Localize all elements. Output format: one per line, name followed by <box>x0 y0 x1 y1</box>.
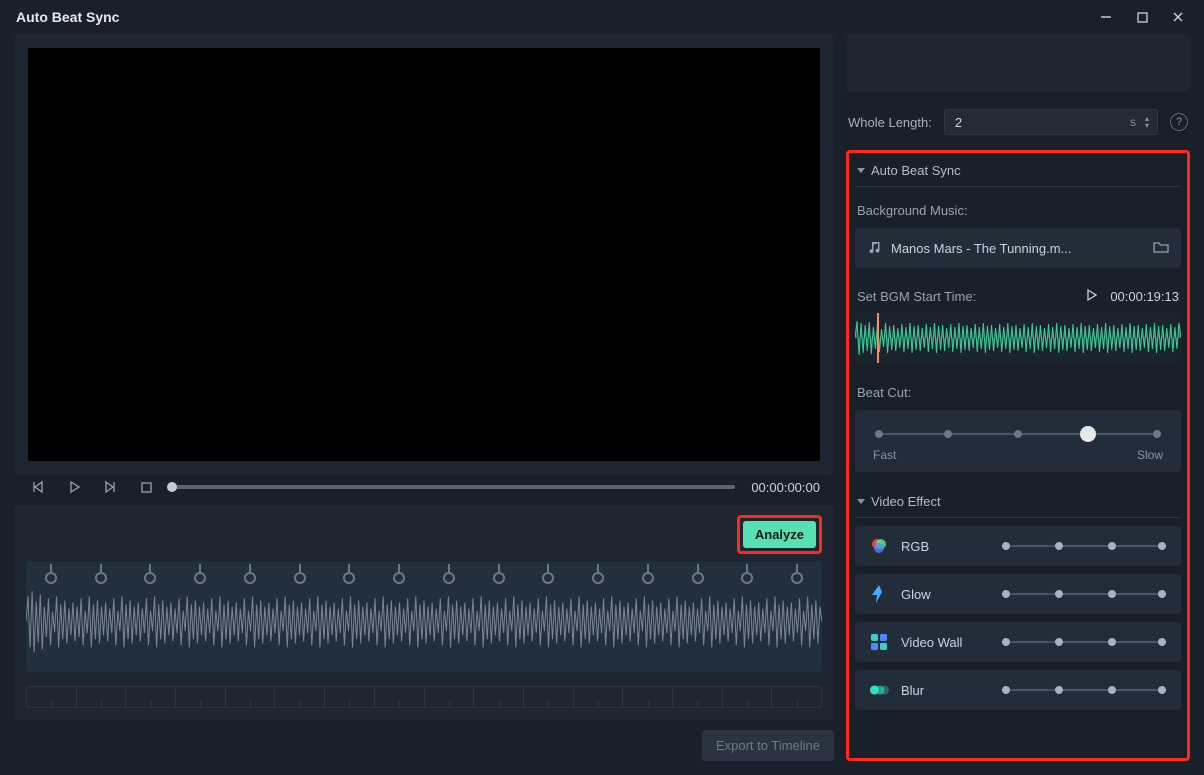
whole-length-row: Whole Length: s ▴ ▾ ? <box>846 102 1190 142</box>
effect-row-blur[interactable]: Blur <box>855 670 1181 710</box>
bgm-start-label: Set BGM Start Time: <box>857 289 976 304</box>
beat-markers <box>26 564 822 574</box>
bgm-play-button[interactable] <box>1084 288 1098 305</box>
right-pane: Whole Length: s ▴ ▾ ? Auto Beat Sync <box>846 34 1190 761</box>
timecode: 00:00:00:00 <box>751 480 820 495</box>
effect-row-rgb[interactable]: RGB <box>855 526 1181 566</box>
caret-down-icon <box>857 499 865 504</box>
close-icon <box>1172 11 1184 23</box>
maximize-icon <box>1137 12 1148 23</box>
blur-icon <box>869 680 889 700</box>
beat-slow-label: Slow <box>1137 448 1163 462</box>
rgb-icon <box>869 536 889 556</box>
play-icon <box>67 480 81 494</box>
whole-length-input-wrap: s ▴ ▾ <box>944 109 1158 135</box>
effect-name: Glow <box>901 587 989 602</box>
play-button[interactable] <box>64 477 84 497</box>
preview-panel <box>14 34 834 475</box>
next-frame-button[interactable] <box>100 477 120 497</box>
export-row: Export to Timeline <box>14 720 834 761</box>
effect-slider[interactable] <box>1001 635 1167 649</box>
effect-name: Video Wall <box>901 635 989 650</box>
video-wall-icon <box>869 632 889 652</box>
bgm-waveform-shape <box>855 313 1181 363</box>
clip-waveform-lines <box>26 576 822 668</box>
bgm-waveform[interactable] <box>855 313 1181 363</box>
effect-slider[interactable] <box>1001 587 1167 601</box>
effect-name: RGB <box>901 539 989 554</box>
video-effect-header[interactable]: Video Effect <box>855 488 1181 518</box>
right-top-placeholder <box>846 34 1190 92</box>
help-icon[interactable]: ? <box>1170 113 1188 131</box>
window-title: Auto Beat Sync <box>16 9 119 25</box>
timeline-ruler[interactable] <box>26 686 822 708</box>
titlebar: Auto Beat Sync <box>0 0 1204 34</box>
export-button[interactable]: Export to Timeline <box>702 730 834 761</box>
video-preview[interactable] <box>28 48 820 461</box>
stop-button[interactable] <box>136 477 156 497</box>
folder-icon[interactable] <box>1153 240 1169 257</box>
analyze-button[interactable]: Analyze <box>743 521 816 548</box>
bgm-start-time: 00:00:19:13 <box>1110 289 1179 304</box>
seek-slider[interactable] <box>172 485 735 489</box>
left-pane: 00:00:00:00 Analyze <box>14 34 834 761</box>
prev-frame-icon <box>31 480 45 494</box>
settings-highlight: Auto Beat Sync Background Music: Manos M… <box>846 150 1190 761</box>
bgm-file-chip[interactable]: Manos Mars - The Tunning.m... <box>855 228 1181 268</box>
whole-length-label: Whole Length: <box>848 115 932 130</box>
beat-cut-label: Beat Cut: <box>857 385 1181 400</box>
transport-bar: 00:00:00:00 <box>14 475 834 499</box>
beat-cut-slider[interactable]: Fast Slow <box>855 410 1181 472</box>
effect-list: RGB Glow <box>855 526 1181 710</box>
bgm-start-row: Set BGM Start Time: 00:00:19:13 <box>857 288 1179 305</box>
bgm-label: Background Music: <box>857 203 1181 218</box>
minimize-button[interactable] <box>1088 2 1124 32</box>
analyze-highlight: Analyze <box>737 515 822 554</box>
stop-icon <box>140 481 153 494</box>
effect-slider[interactable] <box>1001 539 1167 553</box>
seek-thumb[interactable] <box>167 482 177 492</box>
maximize-button[interactable] <box>1124 2 1160 32</box>
video-effect-title: Video Effect <box>871 494 941 509</box>
beat-fast-label: Fast <box>873 448 896 462</box>
next-frame-icon <box>103 480 117 494</box>
effect-slider[interactable] <box>1001 683 1167 697</box>
play-outline-icon <box>1084 288 1098 302</box>
effect-name: Blur <box>901 683 989 698</box>
prev-frame-button[interactable] <box>28 477 48 497</box>
effect-row-glow[interactable]: Glow <box>855 574 1181 614</box>
abs-section-title: Auto Beat Sync <box>871 163 961 178</box>
window-controls <box>1088 2 1196 32</box>
app-window: Auto Beat Sync <box>0 0 1204 775</box>
minimize-icon <box>1100 11 1112 23</box>
whole-length-stepper[interactable]: ▴ ▾ <box>1142 116 1152 129</box>
clip-waveform[interactable] <box>26 562 822 672</box>
glow-icon <box>869 584 889 604</box>
bgm-file-name: Manos Mars - The Tunning.m... <box>891 241 1143 256</box>
beat-cut-thumb[interactable] <box>1080 426 1096 442</box>
whole-length-input[interactable] <box>944 109 1158 135</box>
analyze-panel: Analyze <box>14 505 834 720</box>
effect-row-video-wall[interactable]: Video Wall <box>855 622 1181 662</box>
stepper-down-icon[interactable]: ▾ <box>1142 123 1152 129</box>
analyze-row: Analyze <box>26 515 822 554</box>
music-note-icon <box>867 240 881 257</box>
close-button[interactable] <box>1160 2 1196 32</box>
abs-section-header[interactable]: Auto Beat Sync <box>855 157 1181 187</box>
caret-down-icon <box>857 168 865 173</box>
body: 00:00:00:00 Analyze <box>0 34 1204 775</box>
bgm-playhead[interactable] <box>877 313 879 363</box>
